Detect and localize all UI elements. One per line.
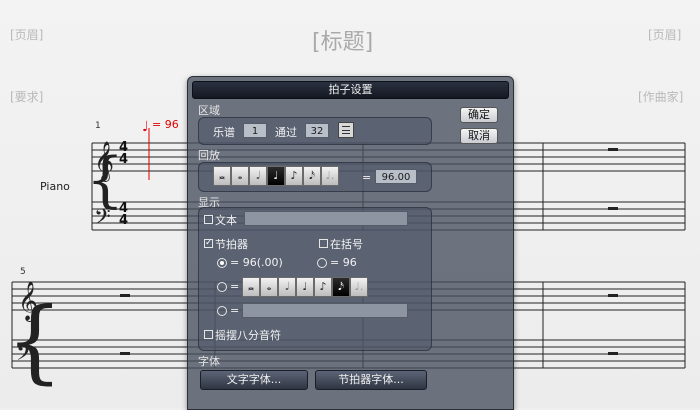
playback-equals: = bbox=[362, 171, 372, 184]
score-from-input[interactable]: 1 bbox=[243, 123, 267, 138]
parentheses-label: 在括号 bbox=[330, 238, 363, 251]
dotted-quarter-note-icon[interactable]: ♩. bbox=[321, 166, 339, 186]
sixteenth-note-icon[interactable]: 𝅘𝅥𝅯 bbox=[303, 166, 321, 186]
playback-tempo-input[interactable]: 96.00 bbox=[375, 169, 417, 184]
instrument-name[interactable]: Piano bbox=[40, 180, 70, 193]
custom-metronome-input[interactable] bbox=[242, 303, 408, 318]
radio-custom-label: = bbox=[230, 304, 240, 317]
time-signature-treble: 44 bbox=[119, 140, 129, 167]
whole-note-icon[interactable]: 𝅝 bbox=[260, 277, 278, 297]
display-note-buttons: 𝅜 𝅝 𝅗𝅥 ♩ ♪ 𝅘𝅥𝅯 ♩. bbox=[242, 277, 368, 297]
measure-picker-icon[interactable] bbox=[338, 122, 354, 138]
sixteenth-note-icon[interactable]: 𝅘𝅥𝅯 bbox=[332, 277, 350, 297]
playback-note-buttons: 𝅜 𝅝 𝅗𝅥 ♩ ♪ 𝅘𝅥𝅯 ♩. bbox=[213, 166, 339, 186]
dialog-title[interactable]: 拍子设置 bbox=[192, 81, 509, 99]
swing-label: 摇摆八分音符 bbox=[215, 329, 281, 342]
quarter-note-icon[interactable]: ♩ bbox=[296, 277, 314, 297]
half-note-icon[interactable]: 𝅗𝅥 bbox=[278, 277, 296, 297]
measure-number-1: 1 bbox=[95, 121, 101, 131]
ok-button[interactable]: 确定 bbox=[460, 107, 498, 123]
svg-text:𝄢: 𝄢 bbox=[94, 205, 111, 235]
radio-integer-label: = 96 bbox=[330, 256, 357, 269]
whole-note-icon[interactable]: 𝅝 bbox=[231, 166, 249, 186]
through-label: 通过 bbox=[275, 126, 297, 139]
score-to-input[interactable]: 32 bbox=[305, 123, 329, 138]
half-note-icon[interactable]: 𝅗𝅥 bbox=[249, 166, 267, 186]
svg-text:♩: ♩ bbox=[142, 119, 149, 135]
eighth-note-icon[interactable]: ♪ bbox=[285, 166, 303, 186]
parentheses-checkbox[interactable] bbox=[319, 239, 328, 248]
text-input[interactable] bbox=[244, 211, 408, 226]
svg-text:𝄞: 𝄞 bbox=[94, 141, 114, 182]
metronome-radio-note[interactable] bbox=[217, 282, 227, 292]
metronome-label: 节拍器 bbox=[215, 238, 248, 251]
dotted-quarter-note-icon[interactable]: ♩. bbox=[350, 277, 368, 297]
double-whole-note-icon[interactable]: 𝅜 bbox=[242, 277, 260, 297]
range-section-label: 区域 bbox=[198, 104, 220, 117]
svg-text:𝄞: 𝄞 bbox=[18, 281, 38, 322]
playback-section-label: 回放 bbox=[198, 149, 220, 162]
tempo-settings-dialog: 拍子设置 确定 取消 区域 乐谱 1 通过 32 回放 𝅜 𝅝 𝅗𝅥 ♩ ♪ 𝅘… bbox=[187, 76, 514, 410]
score-label: 乐谱 bbox=[213, 126, 235, 139]
text-font-button[interactable]: 文字字体... bbox=[200, 370, 308, 390]
swing-checkbox[interactable] bbox=[204, 330, 213, 339]
metronome-radio-decimal[interactable] bbox=[217, 258, 227, 268]
text-checkbox[interactable] bbox=[204, 215, 213, 224]
display-group: 文本 ✓ 节拍器 在括号 = 96(.00) = 96 = 𝅜 𝅝 𝅗𝅥 ♩ ♪… bbox=[198, 207, 432, 351]
double-whole-note-icon[interactable]: 𝅜 bbox=[213, 166, 231, 186]
time-signature-bass: 44 bbox=[119, 201, 129, 228]
cancel-button[interactable]: 取消 bbox=[460, 128, 498, 144]
eighth-note-icon[interactable]: ♪ bbox=[314, 277, 332, 297]
metronome-checkbox[interactable]: ✓ bbox=[204, 239, 213, 248]
playback-group: 𝅜 𝅝 𝅗𝅥 ♩ ♪ 𝅘𝅥𝅯 ♩. = 96.00 bbox=[198, 162, 432, 192]
quarter-note-icon[interactable]: ♩ bbox=[267, 166, 285, 186]
metronome-radio-integer[interactable] bbox=[317, 258, 327, 268]
range-group: 乐谱 1 通过 32 bbox=[198, 117, 432, 145]
tempo-marking[interactable]: = 96 bbox=[152, 118, 179, 131]
measure-number-5: 5 bbox=[20, 267, 26, 277]
radio-decimal-label: = 96(.00) bbox=[230, 256, 283, 269]
metronome-font-button[interactable]: 节拍器字体... bbox=[315, 370, 427, 390]
text-label: 文本 bbox=[215, 214, 237, 227]
metronome-radio-custom[interactable] bbox=[217, 306, 227, 316]
radio-note-label: = bbox=[230, 280, 240, 293]
font-section-label: 字体 bbox=[198, 355, 220, 368]
svg-text:𝄢: 𝄢 bbox=[16, 341, 33, 371]
